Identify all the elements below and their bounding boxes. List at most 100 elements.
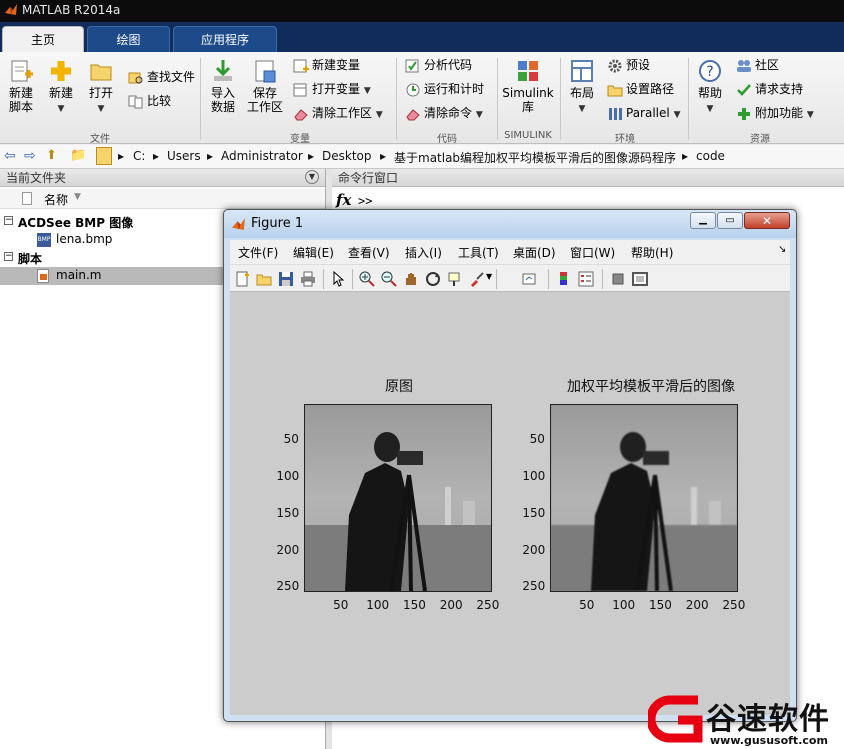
y-tick-label: 250 — [276, 579, 300, 594]
group-label-variable: 变量 — [290, 134, 310, 145]
help-button[interactable]: ? 帮助 ▼ — [693, 58, 727, 116]
link-plot-icon[interactable] — [522, 271, 538, 287]
analyze-code-button[interactable]: 分析代码 — [405, 56, 472, 74]
collapse-icon[interactable]: − — [4, 216, 13, 225]
x-tick-label: 100 — [612, 598, 636, 612]
run-and-time-button[interactable]: 运行和计时 — [405, 80, 484, 98]
fx-icon[interactable]: fx — [336, 191, 351, 209]
open-variable-icon — [293, 83, 307, 96]
rotate-3d-icon[interactable] — [425, 271, 441, 287]
menu-tools[interactable]: 工具(T) — [458, 244, 499, 261]
clear-commands-button[interactable]: 清除命令 ▼ — [405, 104, 483, 122]
address-segment[interactable]: 基于matlab编程加权平均模板平滑后的图像源码程序 — [394, 149, 676, 166]
new-script-button[interactable]: 新建 脚本 — [4, 58, 38, 114]
close-button[interactable]: ✕ — [744, 212, 790, 229]
axes-title: 原图 — [385, 379, 413, 395]
minimize-button[interactable]: ▁ — [690, 212, 716, 229]
save-icon[interactable] — [278, 271, 294, 287]
eraser-icon — [406, 108, 420, 120]
import-data-button[interactable]: 导入 数据 — [206, 58, 240, 114]
community-button[interactable]: 社区 — [736, 56, 779, 74]
x-tick-label: 150 — [402, 598, 426, 612]
y-tick-label: 200 — [522, 542, 546, 557]
up-folder-icon[interactable]: ⬆ — [46, 148, 57, 163]
new-figure-icon[interactable] — [234, 271, 250, 287]
address-segment[interactable]: code — [696, 149, 725, 163]
ribbon-separator — [560, 58, 561, 140]
figure-canvas[interactable]: 原图 加权平均模板平滑后的图像 50 100 150 200 250 50 10… — [230, 292, 790, 715]
new-variable-button[interactable]: 新建变量 — [293, 56, 360, 74]
preferences-button[interactable]: 预设 — [607, 56, 650, 74]
zoom-in-icon[interactable] — [359, 271, 375, 287]
brush-dropdown-icon[interactable]: ▼ — [486, 272, 492, 281]
data-cursor-icon[interactable] — [447, 271, 463, 287]
bmp-file-icon: BMP — [37, 233, 51, 247]
original-image[interactable] — [304, 404, 492, 592]
group-label-file: 文件 — [90, 134, 110, 145]
tab-plots[interactable]: 绘图 — [87, 26, 170, 52]
find-files-button[interactable]: 查找文件 — [128, 68, 195, 86]
hide-plot-tools-icon[interactable] — [610, 271, 626, 287]
clear-cmd-label: 清除命令 — [424, 106, 473, 120]
address-segment[interactable]: C: — [133, 149, 145, 163]
menu-desktop[interactable]: 桌面(D) — [513, 244, 556, 261]
add-ons-button[interactable]: 附加功能 ▼ — [736, 104, 814, 122]
open-variable-button[interactable]: 打开变量 ▼ — [293, 80, 371, 98]
print-icon[interactable] — [300, 271, 316, 287]
app-title: MATLAB R2014a — [22, 3, 121, 17]
menu-edit[interactable]: 编辑(E) — [293, 244, 334, 261]
menu-view[interactable]: 查看(V) — [348, 244, 390, 261]
new-button[interactable]: 新建 ▼ — [44, 58, 78, 116]
pan-hand-icon[interactable] — [403, 271, 419, 287]
save-workspace-button[interactable]: 保存 工作区 — [246, 58, 284, 114]
layout-button[interactable]: 布局 ▼ — [565, 58, 599, 116]
watermark-brand: 谷速软件 — [706, 702, 830, 737]
compare-button[interactable]: 比较 — [128, 92, 171, 110]
open-variable-label: 打开变量 — [312, 82, 361, 96]
legend-icon[interactable] — [578, 271, 594, 287]
tab-apps[interactable]: 应用程序 — [173, 26, 277, 52]
pane-actions-icon[interactable]: ▼ — [305, 170, 319, 184]
figure-titlebar[interactable]: Figure 1 ▁ ▭ ✕ — [224, 210, 796, 238]
chevron-right-icon: ▸ — [118, 149, 125, 163]
name-column-header[interactable]: 名称 — [44, 191, 68, 208]
simulink-library-button[interactable]: Simulink 库 — [502, 58, 554, 114]
open-file-icon[interactable] — [256, 271, 272, 287]
x-tick-label: 250 — [722, 598, 746, 612]
command-prompt[interactable]: >> — [358, 194, 372, 208]
tab-home[interactable]: 主页 — [2, 26, 84, 52]
colorbar-icon[interactable] — [556, 271, 572, 287]
axes-title: 加权平均模板平滑后的图像 — [567, 379, 735, 395]
brush-icon[interactable] — [469, 271, 485, 287]
zoom-out-icon[interactable] — [381, 271, 397, 287]
browse-folder-icon[interactable]: 📁 — [70, 148, 86, 163]
set-path-button[interactable]: 设置路径 — [607, 80, 674, 98]
y-tick-label: 50 — [529, 432, 545, 447]
community-icon — [737, 59, 751, 72]
clear-workspace-button[interactable]: 清除工作区 ▼ — [293, 104, 383, 122]
x-tick-label: 200 — [685, 598, 709, 612]
menu-window[interactable]: 窗口(W) — [570, 244, 615, 261]
show-plot-tools-icon[interactable] — [632, 271, 648, 287]
back-arrow-icon[interactable]: ⇦ — [4, 148, 16, 164]
collapse-icon[interactable]: − — [4, 252, 13, 261]
smoothed-image[interactable] — [550, 404, 738, 592]
dock-arrow-icon[interactable]: ↘ — [778, 244, 786, 255]
help-icon: ? — [699, 60, 721, 82]
menu-file[interactable]: 文件(F) — [238, 244, 278, 261]
request-support-button[interactable]: 请求支持 — [736, 80, 803, 98]
pointer-arrow-icon[interactable] — [330, 271, 346, 287]
open-button[interactable]: 打开 ▼ — [84, 58, 118, 116]
forward-arrow-icon[interactable]: ⇨ — [24, 148, 36, 164]
maximize-button[interactable]: ▭ — [717, 212, 743, 229]
menu-insert[interactable]: 插入(I) — [405, 244, 442, 261]
group-label-resources: 资源 — [750, 134, 770, 145]
address-segment[interactable]: Users — [167, 149, 201, 163]
matlab-logo-icon — [232, 218, 245, 230]
address-segment[interactable]: Desktop — [322, 149, 372, 163]
ribbon-separator — [200, 58, 201, 140]
menu-help[interactable]: 帮助(H) — [631, 244, 673, 261]
parallel-button[interactable]: Parallel ▼ — [607, 104, 680, 122]
new-label: 新建 — [48, 86, 73, 100]
address-segment[interactable]: Administrator — [221, 149, 303, 163]
